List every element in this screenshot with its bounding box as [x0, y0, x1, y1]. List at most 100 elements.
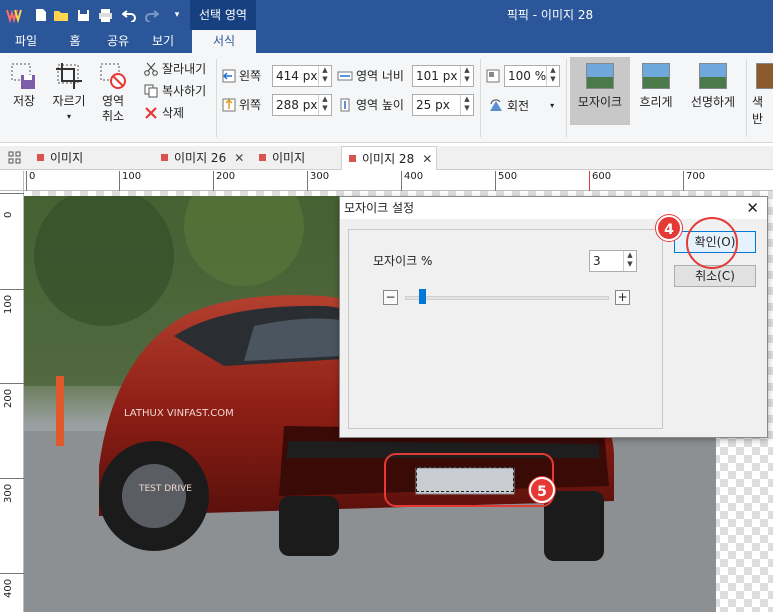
crop-dropdown-icon[interactable]: ▾ [50, 109, 88, 124]
car-side-text-2: TEST DRIVE [138, 484, 192, 494]
image-file-icon [259, 154, 266, 161]
doc-tab-image-28[interactable]: 이미지 28 ✕ [341, 146, 437, 170]
mosaic-slider-track[interactable] [405, 296, 609, 300]
blur-button[interactable]: 흐리게 [626, 57, 686, 125]
ruler-tick: 600 [589, 171, 611, 191]
color-invert-button[interactable]: 색반 [752, 57, 773, 125]
copy-icon [144, 84, 158, 98]
mosaic-options-panel: 모자이크 % 3 ▲ ▼ − + [348, 229, 663, 429]
mosaic-percent-input[interactable]: 3 ▲ ▼ [589, 250, 637, 272]
doc-tab-image-27[interactable]: 이미지 27✕ [252, 146, 342, 189]
horizontal-ruler: 0 100 200 300 400 500 600 700 [24, 171, 773, 191]
mosaic-slider-thumb[interactable] [419, 289, 427, 304]
save-icon[interactable] [74, 6, 92, 24]
doc-tab-image-26[interactable]: 이미지 26 ✕ [154, 146, 250, 170]
tab-share[interactable]: 공유 [98, 30, 138, 53]
ribbon-tab-row: 파일 홈 공유 보기 서식 [0, 30, 773, 53]
ok-highlight-circle [686, 217, 738, 269]
close-icon[interactable]: ✕ [746, 197, 759, 219]
left-position-label: 왼쪽 [222, 65, 261, 87]
ribbon-separator [480, 59, 481, 137]
width-spinner-arrows-icon[interactable]: ▲ ▼ [460, 66, 473, 86]
close-tab-icon[interactable]: ✕ [422, 152, 432, 166]
rotate-button[interactable]: 회전 ▾ [488, 95, 560, 117]
ruler-tick: 300 [307, 171, 329, 191]
app-logo-icon [6, 9, 22, 23]
ribbon-separator [216, 59, 217, 137]
mosaic-effect-icon [586, 63, 614, 89]
doc-tab-image-015[interactable]: 이미지 015.png✕ [30, 146, 150, 189]
step-4-badge: 4 [656, 215, 682, 241]
slider-increase-button[interactable]: + [615, 290, 630, 305]
image-file-icon [349, 155, 356, 162]
image-file-icon [37, 154, 44, 161]
rotate-dropdown-icon[interactable]: ▾ [550, 95, 554, 117]
top-spinner-arrows-icon[interactable]: ▲ ▼ [318, 95, 331, 115]
tab-grid-icon[interactable] [8, 151, 21, 167]
ruler-tick: 100 [0, 289, 24, 314]
top-position-input[interactable]: 288 px ▲ ▼ [272, 94, 332, 116]
mosaic-button[interactable]: 모자이크 [570, 57, 630, 125]
ruler-tick: 700 [683, 171, 705, 191]
ruler-tick: 200 [213, 171, 235, 191]
zoom-input[interactable]: 100 % ▲ ▼ [504, 65, 560, 87]
copy-button[interactable]: 복사하기 [144, 81, 206, 101]
ruler-tick: 300 [0, 478, 24, 503]
left-spinner-arrows-icon[interactable]: ▲ ▼ [318, 66, 331, 86]
crop-icon [56, 63, 82, 89]
new-file-icon[interactable] [32, 6, 50, 24]
zoom-box-icon [486, 69, 500, 83]
ruler-tick: 500 [495, 171, 517, 191]
print-icon[interactable] [96, 6, 114, 24]
tab-format[interactable]: 서식 [192, 30, 256, 53]
zoom-label [486, 65, 500, 87]
document-tab-bar: 이미지 015.png✕ 이미지 26✕ 이미지 27✕ 이미지 28✕ [0, 146, 773, 189]
tab-file[interactable]: 파일 [0, 30, 52, 53]
slider-decrease-button[interactable]: − [383, 290, 398, 305]
save-button[interactable]: 저장 [6, 61, 42, 109]
height-arrows-icon [340, 98, 350, 112]
close-tab-icon[interactable]: ✕ [234, 151, 244, 165]
title-bar: ▾ 선택 영역 픽픽 - 이미지 28 [0, 0, 773, 30]
mosaic-spinner-arrows-icon[interactable]: ▲ ▼ [623, 251, 636, 271]
open-folder-icon[interactable] [52, 6, 70, 24]
area-height-label: 영역 높이 [337, 94, 404, 116]
tab-view[interactable]: 보기 [138, 30, 188, 53]
blur-effect-icon [642, 63, 670, 89]
tab-home[interactable]: 홈 [52, 30, 98, 53]
quick-access-dropdown-icon[interactable]: ▾ [168, 6, 186, 24]
undo-icon[interactable] [120, 6, 138, 24]
cancel-area-button[interactable]: 영역 취소 [96, 61, 130, 124]
ruler-tick: 0 [0, 193, 24, 218]
ruler-tick: 100 [119, 171, 141, 191]
step-5-badge: 5 [529, 477, 555, 503]
ruler-tick: 0 [26, 171, 35, 191]
redo-icon[interactable] [142, 6, 160, 24]
image-file-icon [161, 154, 168, 161]
ribbon-separator [746, 59, 747, 137]
area-height-input[interactable]: 25 px ▲ ▼ [412, 94, 474, 116]
window-title: 픽픽 - 이미지 28 [506, 8, 594, 22]
ruler-corner [0, 171, 24, 191]
left-position-input[interactable]: 414 px ▲ ▼ [272, 65, 332, 87]
cut-button[interactable]: 잘라내기 [144, 59, 206, 79]
area-width-input[interactable]: 101 px ▲ ▼ [412, 65, 474, 87]
rotate-icon [490, 99, 502, 111]
mosaic-percent-label: 모자이크 % [373, 254, 433, 268]
crop-button[interactable]: 자르기 ▾ [50, 61, 88, 124]
delete-x-icon [145, 107, 157, 119]
color-effect-icon [756, 63, 773, 89]
left-arrow-box-icon [222, 69, 236, 83]
ribbon-separator [566, 59, 567, 137]
zoom-spinner-arrows-icon[interactable]: ▲ ▼ [546, 66, 559, 86]
context-tab-selection[interactable]: 선택 영역 [190, 0, 256, 30]
vertical-ruler: 0 100 200 300 400 [0, 191, 24, 612]
ribbon: 저장 자르기 ▾ 영역 취소 잘라내기 복사하기 삭제 왼쪽 414 px ▲ … [0, 53, 773, 143]
delete-button[interactable]: 삭제 [144, 103, 184, 123]
sharpen-button[interactable]: 선명하게 [682, 57, 744, 125]
sharpen-effect-icon [699, 63, 727, 89]
height-spinner-arrows-icon[interactable]: ▲ ▼ [460, 95, 473, 115]
plate-highlight-circle [384, 453, 554, 507]
top-position-label: 위쪽 [222, 94, 261, 116]
top-arrow-box-icon [222, 98, 236, 112]
